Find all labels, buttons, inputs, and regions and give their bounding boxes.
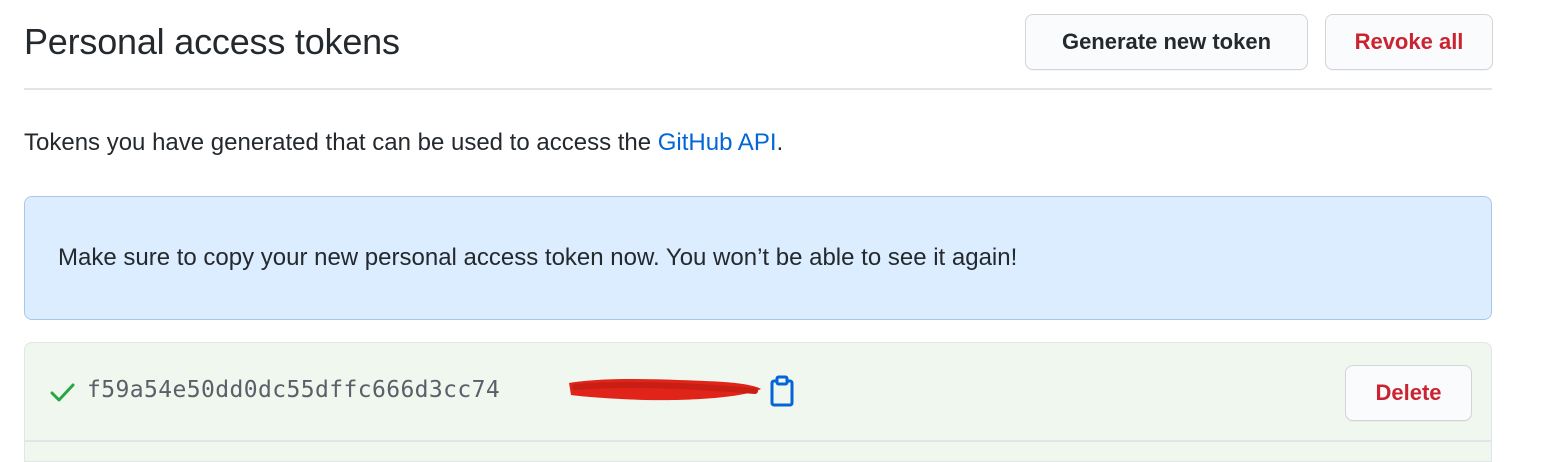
header-divider <box>24 88 1492 90</box>
revoke-all-button[interactable]: Revoke all <box>1325 14 1493 70</box>
page-title: Personal access tokens <box>24 21 400 62</box>
clipboard-icon[interactable] <box>769 375 795 407</box>
redaction-scribble <box>569 379 761 401</box>
delete-token-button[interactable]: Delete <box>1345 365 1472 421</box>
page-header: Personal access tokens Generate new toke… <box>24 14 1493 70</box>
tokens-description: Tokens you have generated that can be us… <box>24 126 783 160</box>
generate-new-token-button[interactable]: Generate new token <box>1025 14 1308 70</box>
description-prefix: Tokens you have generated that can be us… <box>24 129 658 156</box>
check-icon <box>50 383 75 402</box>
copy-token-notice: Make sure to copy your new personal acce… <box>24 196 1492 320</box>
token-row-divider <box>25 440 1491 442</box>
github-api-link[interactable]: GitHub API <box>658 129 777 156</box>
new-token-box: f59a54e50dd0dc55dffc666d3cc74 Delete <box>24 342 1492 462</box>
notice-message: Make sure to copy your new personal acce… <box>58 244 1018 271</box>
description-suffix: . <box>776 129 784 156</box>
token-value[interactable]: f59a54e50dd0dc55dffc666d3cc74 <box>87 373 500 407</box>
